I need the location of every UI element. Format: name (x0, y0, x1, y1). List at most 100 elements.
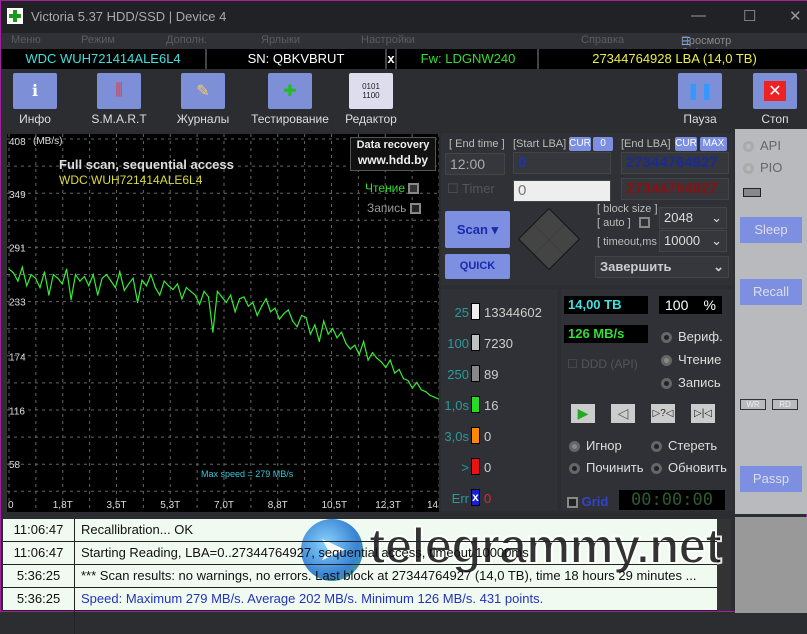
legend-write-checkbox[interactable] (409, 203, 421, 215)
elapsed-timer: 00:00:00 (619, 490, 725, 510)
legend-read-checkbox[interactable] (408, 183, 420, 195)
grid-checkbox[interactable]: Grid (567, 494, 608, 509)
verify-label: Вериф. (678, 329, 723, 344)
menu-item[interactable]: Режим (81, 34, 115, 46)
end-lba-input[interactable]: 27344764927 (621, 152, 729, 174)
stat-row: 25 13344602 (441, 303, 557, 323)
testing-button[interactable]: ✚ Тестирование (251, 73, 329, 126)
data-point (234, 311, 236, 313)
sleep-button[interactable]: Sleep (740, 217, 802, 243)
data-point (283, 313, 285, 315)
stat-threshold: 1,0s (444, 398, 469, 413)
stat-row: Err x 0 (441, 489, 557, 509)
data-point (79, 280, 81, 282)
write-radio[interactable]: Запись (661, 375, 721, 390)
butterfly-button[interactable]: ▷|◁ (691, 404, 715, 423)
pio-radio[interactable]: PIO (743, 160, 782, 175)
data-point (97, 294, 99, 296)
data-point (21, 266, 23, 268)
close-button[interactable]: ✕ (789, 7, 802, 25)
random-button[interactable]: ▷?◁ (651, 404, 675, 423)
end-time-input[interactable]: 12:00 (445, 153, 505, 175)
data-point (203, 290, 205, 292)
menu-item[interactable]: Дополн. (166, 34, 207, 46)
wr-indicator: WR (740, 399, 766, 410)
side-panel: API PIO Sleep Recall WR RD Passp (735, 129, 807, 514)
pause-button[interactable]: ❚❚ Пауза (668, 73, 732, 126)
stat-row: 100 7230 (441, 334, 557, 354)
y-tick-label: 291 (9, 244, 26, 255)
ignore-radio[interactable]: Игнор (569, 438, 622, 453)
stat-swatch (471, 458, 480, 475)
erase-radio[interactable]: Стереть (651, 438, 717, 453)
data-point (225, 301, 227, 304)
end-cur-button[interactable]: CUR (675, 137, 697, 151)
data-point (367, 359, 369, 361)
block-size-select[interactable]: 2048 ⌄ (659, 207, 727, 229)
recall-button[interactable]: Recall (740, 279, 802, 305)
data-point (349, 348, 351, 350)
finish-action-value: Завершить (600, 259, 672, 274)
api-radio[interactable]: API (743, 138, 781, 153)
info-button[interactable]: ℹ Инфо (3, 73, 67, 126)
ddd-api-checkbox[interactable]: ☐ DDD (API) (567, 357, 638, 371)
repair-radio[interactable]: Починить (569, 460, 644, 475)
menu-item[interactable]: Меню (11, 34, 41, 46)
verify-radio[interactable]: Вериф. (661, 329, 723, 344)
stop-button[interactable]: ✕ Стоп (743, 73, 807, 126)
refresh-radio[interactable]: Обновить (651, 460, 727, 475)
menu-item[interactable]: Справка (581, 34, 624, 46)
data-point (190, 290, 192, 292)
logs-button[interactable]: ✎ Журналы (171, 73, 235, 126)
legend-write[interactable]: Запись (367, 201, 421, 215)
start-zero-button[interactable]: 0 (593, 137, 613, 151)
passp-button[interactable]: Passp (740, 466, 802, 492)
lba-panel: [ End time ] [Start LBA] CUR 0 [End LBA]… (441, 133, 733, 285)
data-point (185, 287, 187, 289)
end-max-button[interactable]: MAX (700, 137, 727, 151)
data-point (345, 342, 347, 344)
editor-button[interactable]: 0101 1100 Редактор (339, 73, 403, 126)
minimize-button[interactable]: — (691, 7, 706, 24)
data-point (274, 307, 276, 309)
scan-button[interactable]: Scan ▾ (445, 211, 510, 248)
read-radio[interactable]: Чтение (661, 352, 721, 367)
timeout-label: [ timeout,ms ] (597, 236, 664, 248)
drive-firmware: Fw: LDGNW240 (399, 49, 539, 69)
data-point (278, 318, 281, 320)
auto-checkbox[interactable] (639, 217, 650, 228)
data-point (30, 274, 32, 276)
legend-read[interactable]: Чтение (365, 181, 420, 195)
data-point (34, 277, 37, 279)
start-lba-input[interactable]: 0 (513, 152, 611, 174)
close-drive-button[interactable]: x (387, 49, 397, 69)
data-point (150, 274, 152, 276)
menu-item[interactable]: Настройки (361, 34, 415, 46)
smart-button[interactable]: ⫼ S.M.A.R.T (87, 73, 151, 126)
data-point (128, 283, 130, 285)
timer-input[interactable]: 0 (513, 180, 611, 202)
data-point (66, 268, 68, 270)
menu-item[interactable]: Ярлыки (261, 34, 300, 46)
random-seek-icon: ▷?◁ (652, 408, 674, 419)
stat-swatch: x (471, 489, 480, 506)
y-tick-label: 174 (9, 352, 26, 363)
editor-label: Редактор (345, 112, 397, 126)
timer-checkbox[interactable]: ☐ Timer (447, 181, 495, 197)
brand-url: www.hdd.by (357, 153, 429, 167)
data-point (12, 272, 15, 274)
data-point (17, 280, 19, 282)
finish-action-select[interactable]: Завершить ⌄ (595, 256, 729, 278)
direction-pad[interactable] (517, 207, 581, 271)
percent-sign: % (703, 297, 716, 313)
data-point (358, 353, 360, 356)
start-cur-button[interactable]: CUR (569, 137, 591, 151)
quick-button[interactable]: QUICK (445, 254, 510, 279)
timeout-select[interactable]: 10000 ⌄ (659, 230, 727, 252)
timer-label: Timer (462, 181, 495, 196)
play-button[interactable]: ▶ (571, 404, 595, 423)
data-point (305, 316, 307, 318)
maximize-button[interactable]: ☐ (743, 7, 756, 25)
x-tick-label: 5,3T (160, 500, 180, 511)
reverse-button[interactable]: ◁ (611, 404, 635, 423)
